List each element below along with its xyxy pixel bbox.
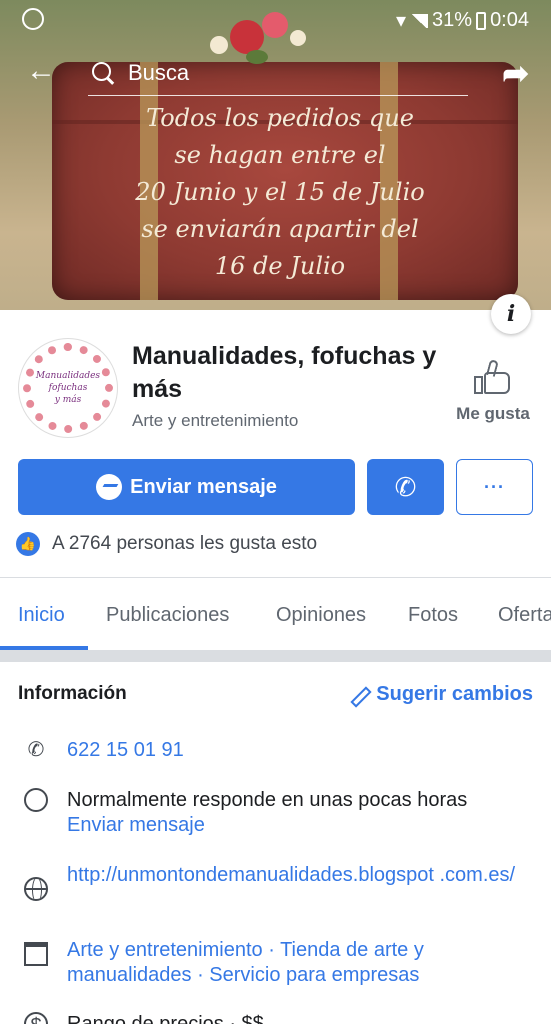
cover-line: se enviarán apartir del — [141, 215, 419, 243]
search-input[interactable]: Busca — [88, 50, 468, 96]
wifi-icon: ▾ — [395, 10, 407, 32]
phone-icon: ✆ — [27, 739, 45, 761]
phone-number[interactable]: 622 15 01 91 — [67, 738, 527, 763]
cover-caption: Todos los pedidos que se hagan entre el … — [80, 100, 480, 285]
like-label: Me gusta — [456, 404, 530, 423]
page-title: Manualidades, fofuchas y más — [132, 342, 437, 403]
tab-ofertas[interactable]: Ofertas — [498, 604, 551, 627]
avatar[interactable]: Manualidades fofuchas y más — [18, 338, 118, 438]
likes-count-text: A 2764 personas les gusta esto — [52, 533, 318, 554]
dollar-icon: $ — [24, 1012, 48, 1024]
divider — [0, 577, 551, 578]
categories-links[interactable]: Arte y entretenimiento · Tienda de arte … — [67, 938, 527, 988]
tab-bar: Inicio Publicaciones Opiniones Fotos Ofe… — [0, 580, 551, 650]
section-separator — [0, 650, 551, 662]
store-icon — [24, 942, 48, 966]
share-arrow-icon[interactable]: ➦ — [502, 54, 529, 92]
send-message-link[interactable]: Enviar mensaje — [67, 813, 527, 838]
clock: 0:04 — [490, 9, 529, 31]
search-icon — [92, 61, 114, 84]
battery-icon — [476, 11, 487, 30]
send-message-label: Enviar mensaje — [130, 475, 277, 498]
phone-icon: ✆ — [394, 471, 417, 502]
tab-inicio[interactable]: Inicio — [18, 604, 65, 627]
search-placeholder: Busca — [128, 59, 190, 85]
back-arrow-icon[interactable]: ← — [26, 56, 56, 86]
like-button[interactable]: Me gusta — [452, 359, 534, 424]
messenger-icon — [24, 788, 48, 812]
top-bar: ← Busca ➦ — [0, 50, 551, 96]
more-icon: ··· — [484, 476, 505, 497]
likes-summary: 👍 A 2764 personas les gusta esto — [16, 532, 317, 556]
call-button[interactable]: ✆ — [367, 459, 444, 515]
whatsapp-icon — [22, 8, 44, 30]
messenger-icon — [96, 474, 123, 500]
signal-icon — [410, 13, 429, 28]
battery-percent: 31% — [432, 9, 473, 31]
pencil-icon — [348, 686, 366, 704]
more-button[interactable]: ··· — [456, 459, 533, 515]
cover-line: 20 Junio y el 15 de Julio — [135, 178, 425, 206]
avatar-text: y más — [54, 395, 82, 405]
avatar-text: fofuchas — [48, 383, 88, 393]
info-button[interactable]: i — [491, 294, 531, 334]
globe-icon — [24, 877, 48, 901]
tab-opiniones[interactable]: Opiniones — [276, 604, 366, 627]
tab-fotos[interactable]: Fotos — [408, 604, 458, 627]
send-message-button[interactable]: Enviar mensaje — [18, 459, 355, 515]
response-time-text: Normalmente responde en unas pocas horas — [67, 789, 468, 811]
cover-line: se hagan entre el — [174, 141, 386, 169]
price-range-text: Rango de precios · $$ — [67, 1013, 264, 1024]
tab-publicaciones[interactable]: Publicaciones — [106, 604, 229, 627]
avatar-text: Manualidades — [35, 371, 101, 381]
info-section-title: Información — [18, 683, 127, 704]
suggest-changes-link[interactable]: Sugerir cambios — [348, 683, 533, 706]
cover-line: Todos los pedidos que — [146, 104, 414, 132]
page-category: Arte y entretenimiento — [132, 411, 299, 430]
info-icon: i — [506, 301, 516, 327]
website-link[interactable]: http://unmontondemanualidades.blogspot .… — [67, 863, 527, 888]
avatar-wreath: Manualidades fofuchas y más — [23, 343, 113, 433]
thumbs-up-icon — [474, 359, 512, 396]
status-bar: ▾ 31% 0:04 — [0, 0, 551, 40]
like-badge-icon: 👍 — [16, 532, 40, 556]
cover-photo[interactable]: ▾ 31% 0:04 ← Busca ➦ Todos los pedidos q… — [0, 0, 551, 310]
cover-line: 16 de Julio — [214, 252, 346, 280]
suggest-changes-label: Sugerir cambios — [376, 683, 533, 705]
